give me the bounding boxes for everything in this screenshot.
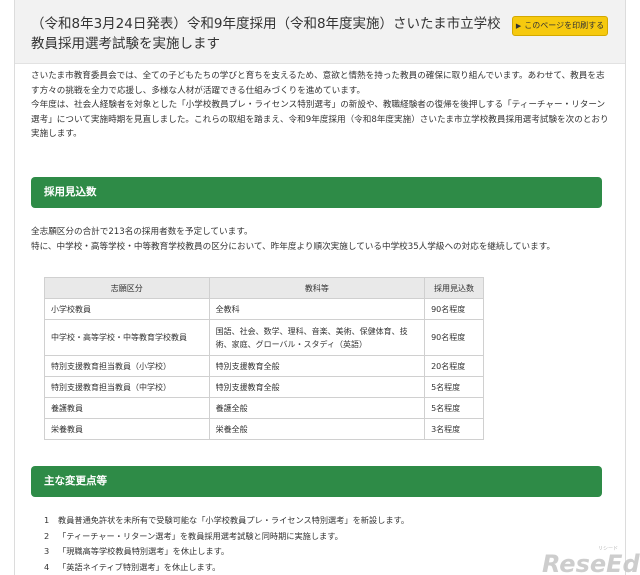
- column-header-subjects: 教科等: [208, 277, 426, 299]
- table-row: 特別支援教育担当教員（中学校） 特別支援教育全般 5名程度: [44, 376, 484, 398]
- list-item: 2 「ティーチャー・リターン選考」を教員採用選考試験と同時期に実施します。: [44, 529, 604, 545]
- table-cell: 20名程度: [424, 355, 484, 377]
- changes-list: 1 教員普通免許状を未所有で受験可能な「小学校教員プレ・ライセンス特別選考」を新設…: [44, 513, 604, 575]
- table-cell: 3名程度: [424, 418, 484, 440]
- list-item-text: 「英語ネイティブ特別選考」を休止します。: [58, 561, 221, 572]
- intro-paragraph-1: さいたま市教育委員会では、全ての子どもたちの学びと育ちを支えるため、意欲と情熱を…: [31, 71, 605, 96]
- list-item-number: 2: [44, 530, 50, 541]
- table-cell: 中学校・高等学校・中等教育学校教員: [44, 319, 210, 356]
- recruitment-text: 全志願区分の合計で213名の採用者数を予定しています。 特に、中学校・高等学校・…: [31, 225, 621, 254]
- page-header: （令和8年3月24日発表）令和9年度採用（令和8年度実施）さいたま市立学校教員採…: [15, 0, 625, 64]
- list-item: 4 「英語ネイティブ特別選考」を休止します。: [44, 560, 604, 575]
- table-cell: 90名程度: [424, 319, 484, 356]
- list-item-number: 3: [44, 546, 50, 557]
- column-header-category: 志願区分: [44, 277, 210, 299]
- recruitment-table: 志願区分 教科等 採用見込数 小学校教員 全教科 90名程度 中学校・高等学校・…: [44, 277, 484, 440]
- print-page-label: このページを印刷する: [524, 21, 605, 30]
- table-cell: 特別支援教育全般: [208, 355, 426, 377]
- intro-text: さいたま市教育委員会では、全ての子どもたちの学びと育ちを支えるため、意欲と情熱を…: [31, 69, 611, 142]
- list-item-number: 4: [44, 561, 50, 572]
- table-cell: 5名程度: [424, 397, 484, 419]
- list-item-text: 「ティーチャー・リターン選考」を教員採用選考試験と同時期に実施します。: [58, 530, 343, 541]
- watermark-text: ReseEd: [542, 550, 640, 575]
- list-item: 3 「現職高等学校教員特別選考」を休止します。: [44, 544, 604, 560]
- chevron-right-icon: ▶: [515, 22, 522, 30]
- table-cell: 特別支援教育担当教員（小学校）: [44, 355, 210, 377]
- table-header-row: 志願区分 教科等 採用見込数: [44, 277, 484, 299]
- list-item-number: 1: [44, 515, 50, 525]
- table-cell: 90名程度: [424, 298, 484, 320]
- table-cell: 栄養教員: [44, 418, 210, 440]
- print-page-button[interactable]: ▶ このページを印刷する: [512, 16, 608, 36]
- table-cell: 5名程度: [424, 376, 484, 398]
- table-cell: 栄養全般: [208, 418, 426, 440]
- table-row: 栄養教員 栄養全般 3名程度: [44, 418, 484, 440]
- intro-paragraph-2: 今年度は、社会人経験者を対象とした「小学校教員プレ・ライセンス特別選考」の新設や…: [31, 100, 609, 140]
- reseed-watermark-logo: リシード ReseEd: [542, 546, 640, 575]
- table-row: 特別支援教育担当教員（小学校） 特別支援教育全般 20名程度: [44, 355, 484, 377]
- table-cell: 国語、社会、数学、理科、音楽、美術、保健体育、技術、家庭、グローバル・スタディ（…: [208, 319, 426, 356]
- table-row: 小学校教員 全教科 90名程度: [44, 298, 484, 320]
- table-cell: 全教科: [208, 298, 426, 320]
- table-cell: 特別支援教育全般: [208, 376, 426, 398]
- table-cell: 養護全般: [208, 397, 426, 419]
- recruitment-line-2: 特に、中学校・高等学校・中等教育学校教員の区分において、昨年度より順次実施してい…: [31, 241, 556, 252]
- page-title: （令和8年3月24日発表）令和9年度採用（令和8年度実施）さいたま市立学校教員採…: [31, 16, 501, 52]
- table-cell: 養護教員: [44, 397, 210, 419]
- list-item-text: 教員普通免許状を未所有で受験可能な「小学校教員プレ・ライセンス特別選考」を新設し…: [58, 515, 410, 525]
- section-heading-recruitment: 採用見込数: [31, 177, 602, 208]
- table-row: 中学校・高等学校・中等教育学校教員 国語、社会、数学、理科、音楽、美術、保健体育…: [44, 319, 484, 356]
- table-row: 養護教員 養護全般 5名程度: [44, 397, 484, 419]
- content-page: （令和8年3月24日発表）令和9年度採用（令和8年度実施）さいたま市立学校教員採…: [14, 0, 626, 575]
- recruitment-line-1: 全志願区分の合計で213名の採用者数を予定しています。: [31, 227, 253, 237]
- list-item: 1 教員普通免許状を未所有で受験可能な「小学校教員プレ・ライセンス特別選考」を新設…: [44, 513, 604, 529]
- table-cell: 小学校教員: [44, 298, 210, 320]
- table-cell: 特別支援教育担当教員（中学校）: [44, 376, 210, 398]
- section-heading-changes: 主な変更点等: [31, 466, 602, 497]
- column-header-count: 採用見込数: [424, 277, 484, 299]
- list-item-text: 「現職高等学校教員特別選考」を休止します。: [58, 546, 230, 557]
